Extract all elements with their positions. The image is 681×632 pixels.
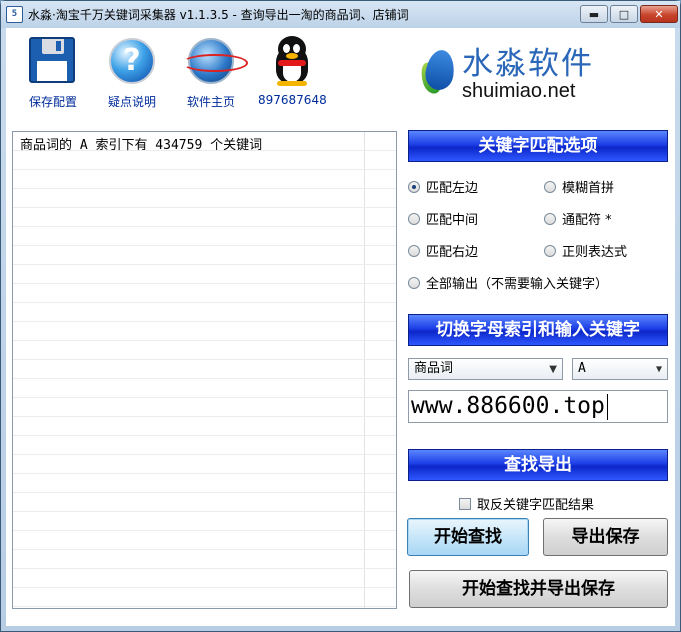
toolbar-qq[interactable]: 897687648: [258, 34, 327, 107]
toolbar-label: 保存配置: [28, 95, 77, 109]
list-item: [13, 493, 396, 512]
list-item: [13, 151, 396, 170]
radio-fuzzy-pinyin[interactable]: 模糊首拼: [544, 177, 614, 196]
search-export-header: 查找导出: [408, 449, 668, 481]
list-item: [13, 284, 396, 303]
list-item: [13, 379, 396, 398]
list-item: [13, 417, 396, 436]
list-item: [13, 550, 396, 569]
toolbar: 保存配置 ? 疑点说明 软件主页 897687648 水淼软件 shuimiao…: [6, 28, 675, 120]
list-item: [13, 531, 396, 550]
start-search-button[interactable]: 开始查找: [407, 518, 529, 556]
maximize-button[interactable]: □: [610, 5, 638, 23]
toolbar-label: 疑点说明: [107, 95, 156, 109]
brand-name: 水淼软件: [462, 46, 594, 82]
list-item: [13, 588, 396, 607]
radio-match-middle[interactable]: 匹配中间: [408, 209, 478, 228]
floppy-disk-icon: [29, 37, 75, 83]
toolbar-homepage[interactable]: 软件主页: [181, 34, 248, 110]
radio-unchecked-icon: [544, 180, 556, 193]
invert-match-checkbox[interactable]: 取反关键字匹配结果: [459, 494, 594, 513]
list-item: [13, 398, 396, 417]
radio-unchecked-icon: [408, 212, 420, 225]
radio-match-left[interactable]: 匹配左边: [408, 177, 478, 196]
radio-regex[interactable]: 正则表达式: [544, 241, 627, 260]
window-title: 水淼·淘宝千万关键词采集器 v1.1.3.5 - 查询导出一淘的商品词、店铺词: [28, 8, 409, 22]
index-switch-header: 切换字母索引和输入关键字: [408, 314, 668, 346]
list-item: [13, 303, 396, 322]
list-item: [13, 569, 396, 588]
dropdown-arrow-icon: ▼: [549, 364, 557, 375]
word-type-select[interactable]: 商品词 ▼: [408, 358, 563, 380]
close-button[interactable]: ✕: [640, 5, 678, 23]
qq-penguin-icon: [274, 36, 310, 86]
list-item: [13, 246, 396, 265]
radio-match-right[interactable]: 匹配右边: [408, 241, 478, 260]
dropdown-arrow-icon: ▼: [655, 364, 662, 375]
search-and-export-button[interactable]: 开始查找并导出保存: [409, 570, 668, 608]
help-icon: ?: [109, 38, 155, 84]
list-item: [13, 455, 396, 474]
list-item: [13, 265, 396, 284]
toolbar-save-config[interactable]: 保存配置: [23, 34, 83, 110]
list-item[interactable]: 商品词的 A 索引下有 434759 个关键词: [13, 132, 396, 153]
client-area: 保存配置 ? 疑点说明 软件主页 897687648 水淼软件 shuimiao…: [6, 28, 675, 626]
list-item: [13, 208, 396, 227]
app-icon: 5: [6, 6, 23, 23]
brand-url: shuimiao.net: [462, 80, 576, 102]
keyword-input[interactable]: www.886600.top: [408, 390, 668, 423]
match-options-header: 关键字匹配选项: [408, 130, 668, 162]
title-bar: 5 水淼·淘宝千万关键词采集器 v1.1.3.5 - 查询导出一淘的商品词、店铺…: [1, 1, 680, 28]
text-caret: [606, 393, 608, 420]
radio-unchecked-icon: [544, 212, 556, 225]
list-item: [13, 227, 396, 246]
list-item: [13, 341, 396, 360]
toolbar-label: 软件主页: [186, 95, 235, 109]
radio-wildcard[interactable]: 通配符 *: [544, 209, 612, 228]
app-window: 5 水淼·淘宝千万关键词采集器 v1.1.3.5 - 查询导出一淘的商品词、店铺…: [0, 0, 681, 632]
toolbar-label: 897687648: [258, 93, 327, 107]
list-item: [13, 436, 396, 455]
water-drop-icon: [417, 44, 457, 96]
list-item: [13, 360, 396, 379]
radio-unchecked-icon: [408, 244, 420, 257]
checkbox-unchecked-icon: [459, 497, 471, 510]
letter-index-select[interactable]: A ▼: [572, 358, 668, 380]
radio-unchecked-icon: [408, 276, 420, 289]
export-save-button[interactable]: 导出保存: [543, 518, 668, 556]
brand-logo: 水淼软件 shuimiao.net: [416, 38, 616, 108]
radio-checked-icon: [408, 180, 420, 193]
globe-icon: [182, 38, 248, 84]
results-list[interactable]: 商品词的 A 索引下有 434759 个关键词: [12, 131, 397, 609]
minimize-button[interactable]: ▬: [580, 5, 608, 23]
list-item: [13, 189, 396, 208]
radio-unchecked-icon: [544, 244, 556, 257]
radio-output-all[interactable]: 全部输出（不需要输入关键字）: [408, 273, 608, 292]
list-item: [13, 170, 396, 189]
toolbar-help[interactable]: ? 疑点说明: [102, 34, 162, 110]
list-item: [13, 474, 396, 493]
list-item: [13, 322, 396, 341]
list-item: [13, 512, 396, 531]
